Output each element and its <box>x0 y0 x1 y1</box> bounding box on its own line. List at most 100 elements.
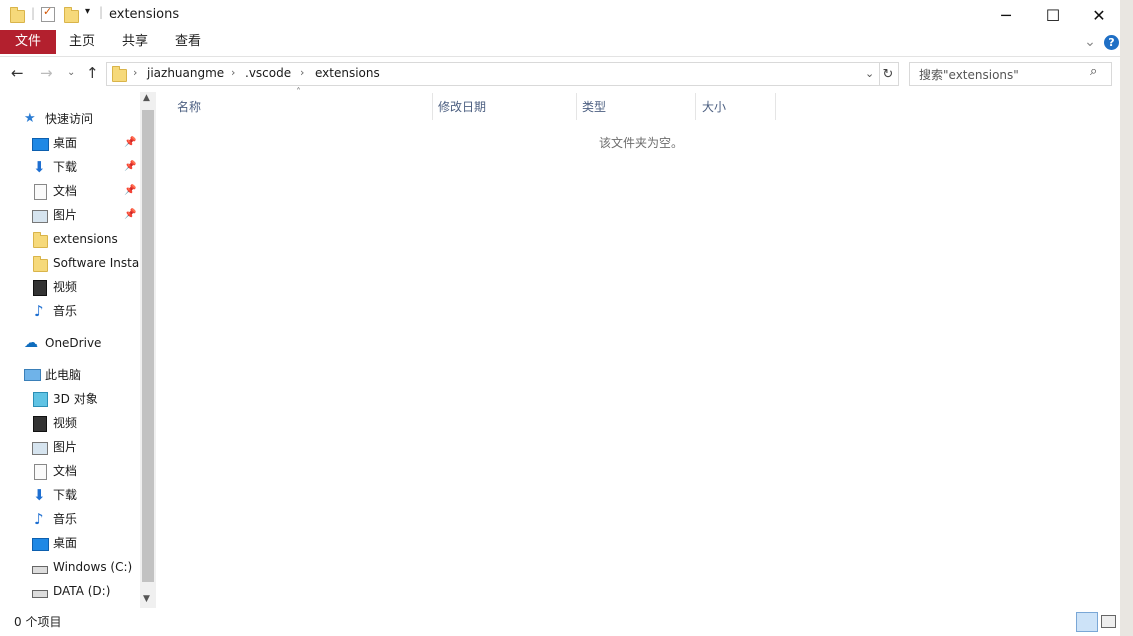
column-header-name[interactable]: 名称 <box>177 96 201 118</box>
breadcrumb-item[interactable]: .vscode <box>245 66 291 80</box>
back-arrow-icon[interactable]: ← <box>11 64 24 82</box>
document-icon <box>34 464 47 480</box>
nav-item-desktop[interactable]: 桌面 📌 <box>32 132 140 154</box>
details-view-icon[interactable] <box>1076 612 1098 632</box>
folder-icon <box>33 232 48 248</box>
nav-scrollbar[interactable]: ▲ ▼ <box>140 92 156 608</box>
scroll-down-icon[interactable]: ▼ <box>143 594 150 604</box>
nav-item-software[interactable]: Software Instal <box>32 252 140 274</box>
column-header-type[interactable]: 类型 <box>582 96 606 118</box>
nav-label: 桌面 <box>53 536 78 550</box>
refresh-icon[interactable]: ↻ <box>878 62 899 86</box>
nav-item-downloads[interactable]: ⬇ 下载 📌 <box>32 156 140 178</box>
separator: | <box>31 6 36 20</box>
title-bar: | ✓ ▾ | extensions ─ ☐ ✕ <box>0 0 1120 30</box>
nav-label: 图片 <box>53 208 78 222</box>
tab-file[interactable]: 文件 <box>0 30 56 54</box>
folder-icon <box>10 7 25 23</box>
download-arrow-icon: ⬇ <box>33 158 46 176</box>
status-bar: 0 个项目 <box>0 608 1120 636</box>
pin-icon[interactable]: 📌 <box>124 132 136 154</box>
navigation-pane: ★ 快速访问 桌面 📌 ⬇ 下载 📌 文档 📌 图片 📌 extensions … <box>0 92 156 608</box>
nav-label: 文档 <box>53 464 78 478</box>
drive-icon <box>32 566 48 574</box>
column-divider[interactable] <box>695 93 696 120</box>
drive-icon <box>32 590 48 598</box>
ribbon-tabs: 文件 主页 共享 查看 ⌄ ? <box>0 30 1120 57</box>
new-folder-icon[interactable] <box>64 7 79 23</box>
tab-share[interactable]: 共享 <box>115 30 155 54</box>
customize-toolbar-icon[interactable]: ▾ <box>85 6 90 17</box>
nav-label: 此电脑 <box>45 368 82 382</box>
video-icon <box>33 416 47 432</box>
picture-icon <box>32 210 48 223</box>
separator: | <box>99 5 104 19</box>
breadcrumb-chevron-icon[interactable]: › <box>300 66 304 79</box>
column-header-size[interactable]: 大小 <box>702 96 726 118</box>
column-divider[interactable] <box>432 93 433 120</box>
nav-label: 下载 <box>53 160 78 174</box>
nav-label: 图片 <box>53 440 78 454</box>
nav-label: 3D 对象 <box>53 392 98 406</box>
nav-label: extensions <box>53 232 118 246</box>
breadcrumb-item[interactable]: jiazhuangme <box>147 66 224 80</box>
video-icon <box>33 280 47 296</box>
background-window-edge <box>1120 0 1133 636</box>
breadcrumb-item[interactable]: extensions <box>315 66 380 80</box>
tab-view[interactable]: 查看 <box>168 30 208 54</box>
recent-locations-chevron-icon[interactable]: ⌄ <box>67 67 75 78</box>
column-divider[interactable] <box>775 93 776 120</box>
large-icons-view-icon[interactable] <box>1101 615 1116 628</box>
picture-icon <box>32 442 48 455</box>
search-input[interactable]: 搜索"extensions" <box>919 66 1019 83</box>
document-icon <box>34 184 47 200</box>
pin-icon[interactable]: 📌 <box>124 156 136 178</box>
nav-label: 文档 <box>53 184 78 198</box>
maximize-button[interactable]: ☐ <box>1030 0 1076 30</box>
nav-label: 音乐 <box>53 304 78 318</box>
tab-home[interactable]: 主页 <box>62 30 102 54</box>
nav-label: 桌面 <box>53 136 78 150</box>
breadcrumb-chevron-icon[interactable]: › <box>133 66 137 79</box>
nav-label: DATA (D:) <box>53 584 111 598</box>
nav-label: 下载 <box>53 488 78 502</box>
nav-label: 快速访问 <box>45 112 94 126</box>
nav-item-documents[interactable]: 文档 📌 <box>32 180 140 202</box>
download-arrow-icon: ⬇ <box>33 486 46 504</box>
pin-icon[interactable]: 📌 <box>124 204 136 226</box>
pin-icon[interactable]: 📌 <box>124 180 136 202</box>
address-bar[interactable]: › jiazhuangme › .vscode › extensions ⌄ <box>106 62 880 86</box>
music-note-icon: ♪ <box>34 510 44 528</box>
nav-item-pictures[interactable]: 图片 📌 <box>32 204 140 226</box>
scroll-up-icon[interactable]: ▲ <box>143 93 150 103</box>
expand-ribbon-icon[interactable]: ⌄ <box>1082 30 1098 54</box>
window-title: extensions <box>109 7 180 22</box>
star-icon: ★ <box>24 111 36 126</box>
properties-icon[interactable]: ✓ <box>41 5 55 22</box>
desktop-icon <box>32 538 49 551</box>
search-icon[interactable]: ⌕ <box>1090 64 1097 79</box>
sort-ascending-icon: ˄ <box>296 87 301 98</box>
item-count: 0 个项目 <box>14 615 62 629</box>
minimize-button[interactable]: ─ <box>983 0 1029 30</box>
breadcrumb-chevron-icon[interactable]: › <box>231 66 235 79</box>
column-divider[interactable] <box>576 93 577 120</box>
nav-label: 音乐 <box>53 512 78 526</box>
up-arrow-icon[interactable]: ↑ <box>86 64 99 82</box>
empty-folder-message: 该文件夹为空。 <box>599 136 684 150</box>
music-note-icon: ♪ <box>34 302 44 320</box>
address-dropdown-icon[interactable]: ⌄ <box>865 67 874 80</box>
nav-label: 视频 <box>53 416 78 430</box>
search-box[interactable]: 搜索"extensions" ⌕ <box>909 62 1112 86</box>
cloud-icon: ☁ <box>24 335 38 351</box>
help-icon[interactable]: ? <box>1104 35 1119 50</box>
folder-icon <box>112 66 127 82</box>
scrollbar-thumb[interactable] <box>142 110 154 582</box>
column-header-date[interactable]: 修改日期 <box>438 96 486 118</box>
nav-label: Software Instal <box>53 256 140 270</box>
close-button[interactable]: ✕ <box>1076 0 1122 30</box>
forward-arrow-icon[interactable]: → <box>40 64 53 82</box>
computer-icon <box>24 369 41 381</box>
nav-label: Windows (C:) <box>53 560 133 574</box>
cube-icon <box>33 392 48 407</box>
